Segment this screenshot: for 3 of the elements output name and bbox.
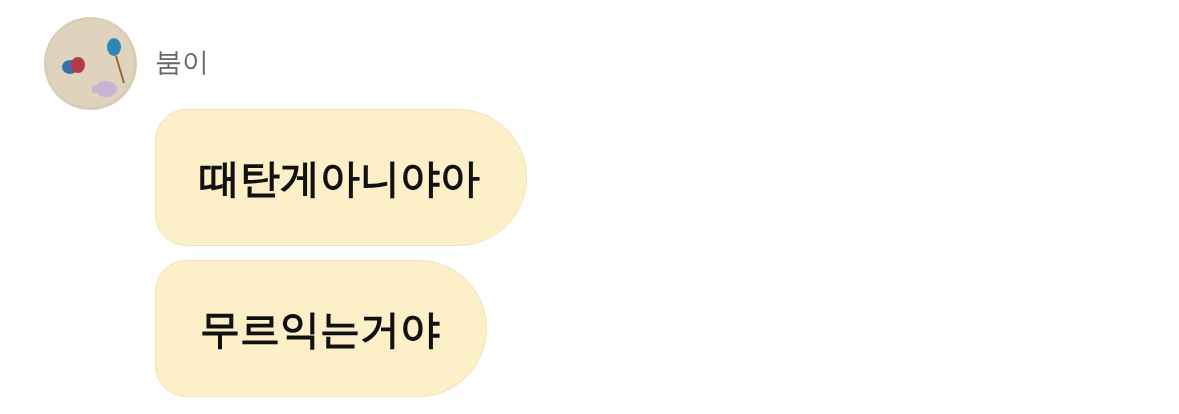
message-bubble: 때탄게아니야아 (155, 109, 527, 246)
message-bubble: 무르익는거야 (155, 260, 487, 397)
sender-name: 붐이 (155, 45, 209, 79)
